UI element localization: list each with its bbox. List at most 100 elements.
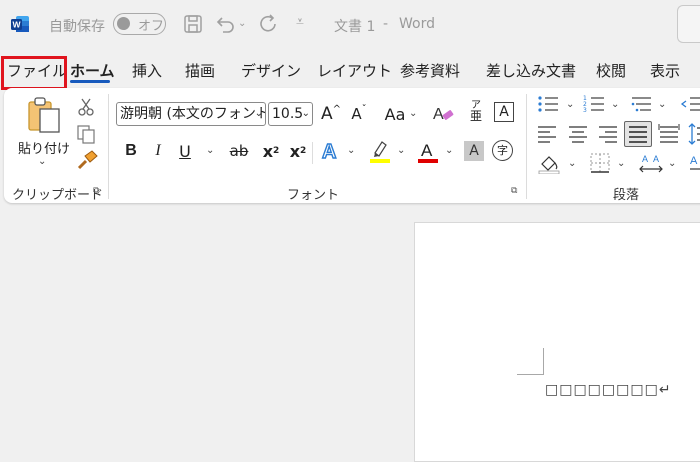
change-case-button[interactable]: Aa: [380, 101, 410, 127]
paste-label[interactable]: 貼り付け: [18, 138, 70, 157]
font-size-dropdown-icon[interactable]: ⌄: [302, 103, 310, 125]
font-size-combo[interactable]: 10.5 ⌄: [268, 102, 313, 126]
underline-dropdown-icon[interactable]: ⌄: [206, 145, 214, 156]
word-logo-icon: W: [11, 16, 29, 32]
character-spacing-icon[interactable]: A A: [638, 152, 664, 174]
tab-references[interactable]: 参考資料: [400, 56, 460, 86]
tab-view[interactable]: 表示: [650, 56, 680, 86]
multilevel-list-icon[interactable]: [629, 94, 653, 114]
active-tab-indicator: [70, 80, 110, 83]
tab-design[interactable]: デザイン: [241, 56, 301, 86]
change-case-dropdown-icon[interactable]: ⌄: [409, 108, 417, 119]
file-tab-highlight: [1, 56, 67, 90]
autosave-toggle[interactable]: オフ: [113, 13, 166, 35]
tab-draw[interactable]: 描画: [185, 56, 215, 86]
subscript-button[interactable]: x2: [258, 138, 284, 164]
font-name-dropdown-icon[interactable]: ⌄: [255, 103, 263, 125]
ribbon-panel: 貼り付け ⌄ クリップボード ⧉ 游明朝 (本文のフォント ⌄ 10.5 ⌄ A…: [4, 88, 700, 203]
document-page[interactable]: [414, 222, 700, 462]
phonetic-bottom: 亜: [469, 109, 482, 123]
divider: [312, 142, 313, 164]
character-shading-button[interactable]: A: [464, 141, 484, 161]
redo-icon[interactable]: [257, 12, 281, 36]
multilevel-dropdown-icon[interactable]: ⌄: [658, 99, 666, 110]
document-title: 文書 1: [334, 19, 376, 35]
bold-button[interactable]: B: [118, 138, 144, 164]
superscript-button[interactable]: x2: [285, 138, 311, 164]
font-launcher-icon[interactable]: ⧉: [511, 186, 517, 196]
font-color-icon[interactable]: A: [416, 138, 440, 164]
tab-insert[interactable]: 挿入: [132, 56, 162, 86]
tab-review[interactable]: 校閲: [596, 56, 626, 86]
strikethrough-button[interactable]: ab: [224, 138, 254, 164]
app-name: Word: [399, 16, 435, 32]
svg-text:A: A: [642, 154, 648, 164]
character-spacing-dropdown-icon[interactable]: ⌄: [668, 158, 676, 169]
paste-dropdown-icon[interactable]: ⌄: [38, 156, 46, 167]
change-case-label: Aa: [384, 104, 406, 124]
character-border-button[interactable]: A: [494, 102, 514, 122]
subscript-mark: 2: [273, 146, 280, 156]
svg-text:W: W: [12, 20, 21, 30]
margin-corner-mark: [517, 348, 544, 375]
text-effects-dropdown-icon[interactable]: ⌄: [347, 145, 355, 156]
undo-dropdown-icon[interactable]: ⌄: [238, 18, 246, 29]
document-text[interactable]: □□□□□□□□↵: [545, 382, 672, 398]
align-left-icon[interactable]: [536, 124, 558, 144]
font-color-dropdown-icon[interactable]: ⌄: [445, 145, 453, 156]
toggle-knob: [117, 17, 130, 30]
bullets-icon[interactable]: [536, 94, 560, 114]
underline-button[interactable]: U: [172, 138, 198, 164]
distributed-icon[interactable]: [658, 124, 680, 144]
autosave-label: 自動保存: [49, 19, 105, 35]
tab-layout[interactable]: レイアウト: [317, 56, 392, 86]
text-direction-icon[interactable]: A: [688, 152, 700, 174]
svg-text:A: A: [653, 154, 659, 164]
numbering-dropdown-icon[interactable]: ⌄: [611, 99, 619, 110]
shading-dropdown-icon[interactable]: ⌄: [568, 158, 576, 169]
highlight-dropdown-icon[interactable]: ⌄: [397, 145, 405, 156]
share-button[interactable]: [677, 5, 700, 43]
align-right-icon[interactable]: [597, 124, 619, 144]
justify-button[interactable]: [624, 121, 652, 147]
format-painter-icon[interactable]: [75, 150, 99, 172]
undo-icon[interactable]: [213, 12, 237, 36]
numbering-icon[interactable]: 123: [582, 94, 606, 114]
customize-toolbar-icon[interactable]: ⩡: [296, 14, 304, 30]
phonetic-guide-button[interactable]: ア 亜: [463, 100, 489, 122]
tab-mailings[interactable]: 差し込み文書: [486, 56, 576, 86]
clipboard-launcher-icon[interactable]: ⧉: [93, 186, 99, 196]
justify-icon: [629, 126, 647, 143]
italic-label: I: [155, 142, 161, 159]
font-size-value: 10.5: [272, 106, 304, 122]
svg-text:A: A: [690, 155, 698, 167]
cut-icon[interactable]: [75, 96, 97, 118]
borders-dropdown-icon[interactable]: ⌄: [617, 158, 625, 169]
grow-font-icon[interactable]: A ^: [318, 101, 344, 127]
strikethrough-label: ab: [229, 142, 249, 160]
italic-button[interactable]: I: [145, 138, 171, 164]
enclose-characters-button[interactable]: 字: [492, 140, 513, 161]
superscript-mark: 2: [300, 146, 307, 156]
font-name-combo[interactable]: 游明朝 (本文のフォント ⌄: [116, 102, 266, 126]
borders-icon[interactable]: [589, 152, 611, 174]
bold-label: B: [125, 142, 137, 159]
copy-icon[interactable]: [75, 123, 97, 145]
align-center-icon[interactable]: [567, 124, 589, 144]
shrink-font-icon[interactable]: Aˇ: [346, 101, 372, 127]
highlight-icon[interactable]: [368, 138, 392, 164]
text-effects-icon[interactable]: A: [319, 138, 343, 164]
enclose-label: 字: [497, 144, 508, 157]
font-name-value: 游明朝 (本文のフォント: [120, 106, 266, 122]
font-group-label: フォント: [287, 188, 340, 203]
group-separator: [526, 94, 527, 199]
line-spacing-icon[interactable]: [688, 122, 700, 146]
svg-text:A: A: [433, 106, 444, 123]
group-separator: [108, 94, 109, 199]
paste-icon[interactable]: [26, 96, 62, 134]
bullets-dropdown-icon[interactable]: ⌄: [566, 99, 574, 110]
decrease-indent-icon[interactable]: [680, 94, 700, 114]
shading-icon[interactable]: [537, 152, 561, 174]
clear-formatting-icon[interactable]: A: [431, 102, 455, 126]
save-icon[interactable]: [181, 12, 205, 36]
